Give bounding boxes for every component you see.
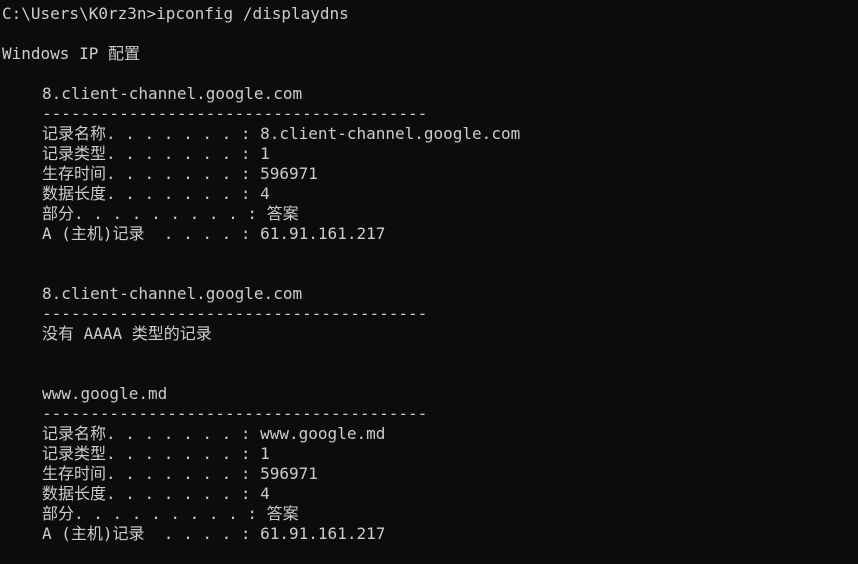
dns-entry-message: 没有 AAAA 类型的记录 [42, 324, 212, 343]
dns-record-field: 记录名称. . . . . . . : 8.client-channel.goo… [42, 124, 521, 143]
dns-record-field: 部分. . . . . . . . . : 答案 [42, 204, 299, 223]
dns-entry-separator: ---------------------------------------- [42, 304, 428, 323]
command-prompt-line: C:\Users\K0rz3n>ipconfig /displaydns [2, 4, 349, 23]
dns-entry-separator: ---------------------------------------- [42, 404, 428, 423]
dns-record-field: 生存时间. . . . . . . : 596971 [42, 464, 318, 483]
dns-record-field: 部分. . . . . . . . . : 答案 [42, 504, 299, 523]
output-heading: Windows IP 配置 [2, 44, 140, 63]
dns-entry-name: www.google.md [42, 384, 168, 403]
console-window[interactable]: C:\Users\K0rz3n>ipconfig /displaydns Win… [0, 0, 858, 564]
dns-entry-name: 8.client-channel.google.com [42, 284, 303, 303]
dns-entry-name: 8.client-channel.google.com [42, 84, 303, 103]
dns-record-field: 数据长度. . . . . . . : 4 [42, 184, 270, 203]
dns-record-field: A (主机)记录 . . . . : 61.91.161.217 [42, 524, 386, 543]
dns-record-field: 记录类型. . . . . . . : 1 [42, 144, 270, 163]
dns-record-field: 记录类型. . . . . . . : 1 [42, 444, 270, 463]
dns-record-field: A (主机)记录 . . . . : 61.91.161.217 [42, 224, 386, 243]
dns-record-field: 记录名称. . . . . . . : www.google.md [42, 424, 386, 443]
dns-record-field: 生存时间. . . . . . . : 596971 [42, 164, 318, 183]
dns-entry-separator: ---------------------------------------- [42, 104, 428, 123]
dns-record-field: 数据长度. . . . . . . : 4 [42, 484, 270, 503]
